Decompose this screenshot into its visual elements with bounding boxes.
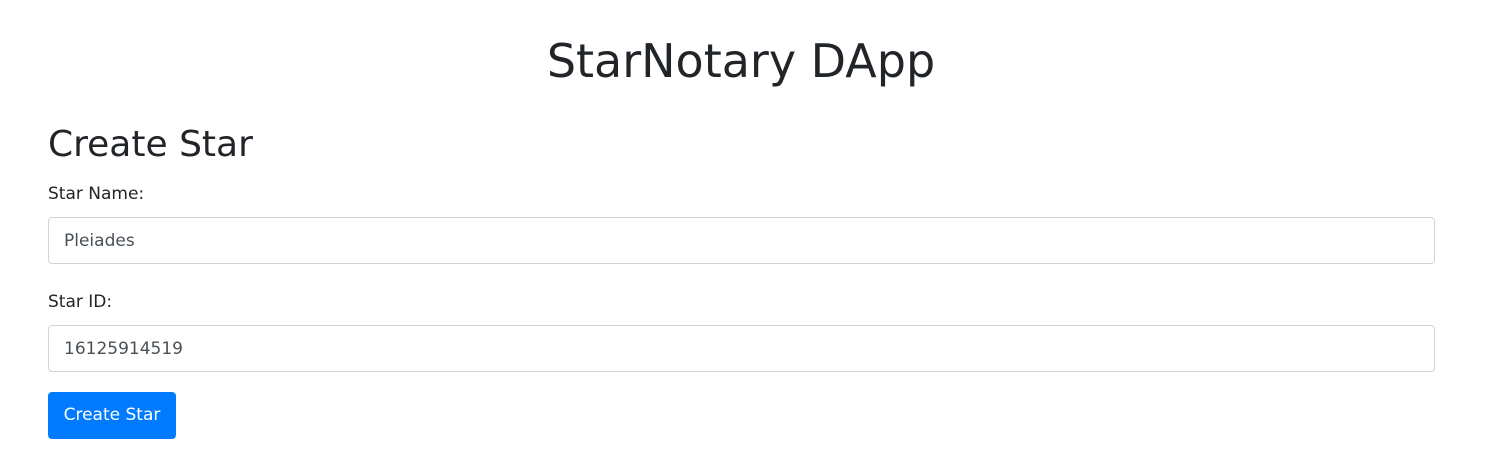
create-star-button[interactable]: Create Star [48,392,176,439]
create-star-heading: Create Star [48,124,253,165]
app-title: StarNotary DApp [546,34,936,88]
star-id-input[interactable] [48,325,1435,372]
page: StarNotary DApp Create Star Star Name: S… [0,0,1502,466]
star-id-label: Star ID: [48,292,113,312]
star-name-input[interactable] [48,217,1435,264]
star-name-label: Star Name: [48,184,145,204]
